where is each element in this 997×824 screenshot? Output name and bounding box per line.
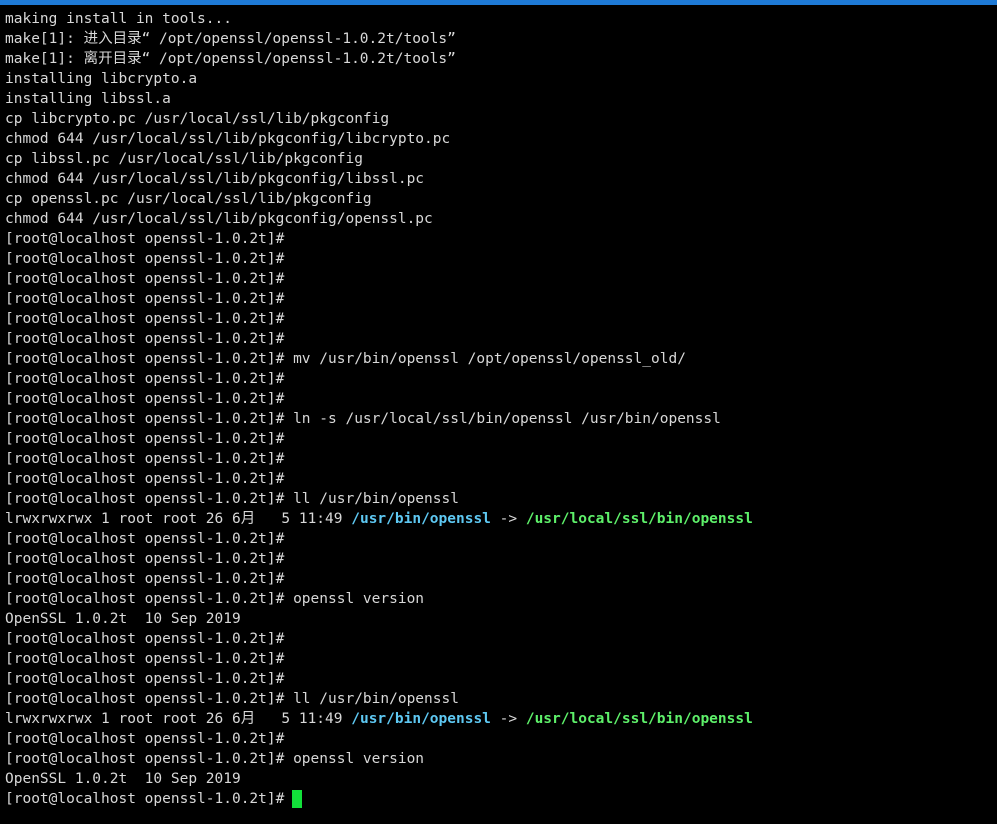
terminal-line: [root@localhost openssl-1.0.2t]# xyxy=(5,269,995,289)
terminal-line: [root@localhost openssl-1.0.2t]# xyxy=(5,649,995,669)
line-text: -> xyxy=(490,711,526,727)
line-text: chmod 644 /usr/local/ssl/lib/pkgconfig/l… xyxy=(5,171,425,187)
line-text: installing libcrypto.a xyxy=(5,71,198,87)
terminal-line: make[1]: 进入目录“ /opt/openssl/openssl-1.0.… xyxy=(5,29,995,49)
line-text: OpenSSL 1.0.2t 10 Sep 2019 xyxy=(5,771,241,787)
terminal-line: installing libcrypto.a xyxy=(5,69,995,89)
line-text: lrwxrwxrwx 1 root root 26 6月 5 11:49 xyxy=(5,711,352,727)
terminal-line: [root@localhost openssl-1.0.2t]# xyxy=(5,229,995,249)
terminal-line: [root@localhost openssl-1.0.2t]# xyxy=(5,729,995,749)
line-text: [root@localhost openssl-1.0.2t]# xyxy=(5,331,285,347)
terminal-line: chmod 644 /usr/local/ssl/lib/pkgconfig/l… xyxy=(5,169,995,189)
terminal-line: [root@localhost openssl-1.0.2t]# xyxy=(5,289,995,309)
line-text: [root@localhost openssl-1.0.2t]# xyxy=(5,451,285,467)
line-text: [root@localhost openssl-1.0.2t]# xyxy=(5,631,285,647)
line-text: [root@localhost openssl-1.0.2t]# xyxy=(5,391,285,407)
symlink-target-path: /usr/local/ssl/bin/openssl xyxy=(525,511,753,527)
line-text: cp openssl.pc /usr/local/ssl/lib/pkgconf… xyxy=(5,191,372,207)
line-text: [root@localhost openssl-1.0.2t]# openssl… xyxy=(5,751,425,767)
line-text: [root@localhost openssl-1.0.2t]# xyxy=(5,231,285,247)
terminal-line: [root@localhost openssl-1.0.2t]# xyxy=(5,309,995,329)
terminal-line: [root@localhost openssl-1.0.2t]# ln -s /… xyxy=(5,409,995,429)
terminal-line: OpenSSL 1.0.2t 10 Sep 2019 xyxy=(5,609,995,629)
line-text: making install in tools... xyxy=(5,11,232,27)
cursor-block xyxy=(292,790,303,808)
line-text: [root@localhost openssl-1.0.2t]# xyxy=(5,291,285,307)
line-text: chmod 644 /usr/local/ssl/lib/pkgconfig/l… xyxy=(5,131,451,147)
line-text: cp libcrypto.pc /usr/local/ssl/lib/pkgco… xyxy=(5,111,390,127)
symlink-path: /usr/bin/openssl xyxy=(351,711,491,727)
line-text: [root@localhost openssl-1.0.2t]# xyxy=(5,371,285,387)
terminal-line: [root@localhost openssl-1.0.2t]# xyxy=(5,549,995,569)
terminal-line: cp libssl.pc /usr/local/ssl/lib/pkgconfi… xyxy=(5,149,995,169)
line-text: cp libssl.pc /usr/local/ssl/lib/pkgconfi… xyxy=(5,151,363,167)
line-text: [root@localhost openssl-1.0.2t]# xyxy=(5,471,285,487)
window-border xyxy=(0,0,997,5)
line-text: [root@localhost openssl-1.0.2t]# ll /usr… xyxy=(5,691,459,707)
terminal-line: [root@localhost openssl-1.0.2t]# ll /usr… xyxy=(5,689,995,709)
line-text: [root@localhost openssl-1.0.2t]# xyxy=(5,731,285,747)
terminal-line: [root@localhost openssl-1.0.2t]# xyxy=(5,669,995,689)
terminal-line: [root@localhost openssl-1.0.2t]# xyxy=(5,629,995,649)
symlink-path: /usr/bin/openssl xyxy=(351,511,491,527)
terminal-line: [root@localhost openssl-1.0.2t]# xyxy=(5,249,995,269)
terminal-output: making install in tools... make[1]: 进入目录“… xyxy=(5,9,995,789)
terminal-line: [root@localhost openssl-1.0.2t]# ll /usr… xyxy=(5,489,995,509)
terminal-line: lrwxrwxrwx 1 root root 26 6月 5 11:49 /us… xyxy=(5,509,995,529)
terminal-line: [root@localhost openssl-1.0.2t]# xyxy=(5,469,995,489)
symlink-target-path: /usr/local/ssl/bin/openssl xyxy=(525,711,753,727)
terminal-window[interactable]: making install in tools... make[1]: 进入目录“… xyxy=(5,9,995,821)
terminal-line: [root@localhost openssl-1.0.2t]# openssl… xyxy=(5,749,995,769)
line-text: [root@localhost openssl-1.0.2t]# xyxy=(5,671,285,687)
terminal-line: [root@localhost openssl-1.0.2t]# openssl… xyxy=(5,589,995,609)
line-text: [root@localhost openssl-1.0.2t]# xyxy=(5,531,285,547)
terminal-line: [root@localhost openssl-1.0.2t]# xyxy=(5,449,995,469)
line-text: [root@localhost openssl-1.0.2t]# xyxy=(5,251,285,267)
terminal-line: cp openssl.pc /usr/local/ssl/lib/pkgconf… xyxy=(5,189,995,209)
terminal-line: making install in tools... xyxy=(5,9,995,29)
line-text: make[1]: 离开目录“ /opt/openssl/openssl-1.0.… xyxy=(5,51,456,67)
terminal-prompt-line[interactable]: [root@localhost openssl-1.0.2t]# xyxy=(5,789,995,809)
terminal-line: [root@localhost openssl-1.0.2t]# xyxy=(5,329,995,349)
line-text: make[1]: 进入目录“ /opt/openssl/openssl-1.0.… xyxy=(5,31,456,47)
line-text: OpenSSL 1.0.2t 10 Sep 2019 xyxy=(5,611,241,627)
line-text: [root@localhost openssl-1.0.2t]# openssl… xyxy=(5,591,425,607)
terminal-line: lrwxrwxrwx 1 root root 26 6月 5 11:49 /us… xyxy=(5,709,995,729)
line-text: -> xyxy=(490,511,526,527)
line-text: [root@localhost openssl-1.0.2t]# xyxy=(5,571,285,587)
line-text: [root@localhost openssl-1.0.2t]# ll /usr… xyxy=(5,491,459,507)
line-text: chmod 644 /usr/local/ssl/lib/pkgconfig/o… xyxy=(5,211,433,227)
line-text: installing libssl.a xyxy=(5,91,171,107)
terminal-line: cp libcrypto.pc /usr/local/ssl/lib/pkgco… xyxy=(5,109,995,129)
line-text: [root@localhost openssl-1.0.2t]# xyxy=(5,311,285,327)
terminal-line: [root@localhost openssl-1.0.2t]# mv /usr… xyxy=(5,349,995,369)
line-text: [root@localhost openssl-1.0.2t]# xyxy=(5,271,285,287)
line-text: [root@localhost openssl-1.0.2t]# mv /usr… xyxy=(5,351,686,367)
terminal-line: [root@localhost openssl-1.0.2t]# xyxy=(5,529,995,549)
terminal-line: chmod 644 /usr/local/ssl/lib/pkgconfig/l… xyxy=(5,129,995,149)
prompt-text: [root@localhost openssl-1.0.2t]# xyxy=(5,791,285,807)
terminal-line: [root@localhost openssl-1.0.2t]# xyxy=(5,569,995,589)
terminal-line: OpenSSL 1.0.2t 10 Sep 2019 xyxy=(5,769,995,789)
terminal-line: make[1]: 离开目录“ /opt/openssl/openssl-1.0.… xyxy=(5,49,995,69)
line-text: [root@localhost openssl-1.0.2t]# xyxy=(5,431,285,447)
line-text: [root@localhost openssl-1.0.2t]# ln -s /… xyxy=(5,411,721,427)
line-text: [root@localhost openssl-1.0.2t]# xyxy=(5,651,285,667)
terminal-line: [root@localhost openssl-1.0.2t]# xyxy=(5,389,995,409)
terminal-line: chmod 644 /usr/local/ssl/lib/pkgconfig/o… xyxy=(5,209,995,229)
line-text: [root@localhost openssl-1.0.2t]# xyxy=(5,551,285,567)
terminal-line: [root@localhost openssl-1.0.2t]# xyxy=(5,369,995,389)
line-text: lrwxrwxrwx 1 root root 26 6月 5 11:49 xyxy=(5,511,352,527)
terminal-line: [root@localhost openssl-1.0.2t]# xyxy=(5,429,995,449)
terminal-line: installing libssl.a xyxy=(5,89,995,109)
